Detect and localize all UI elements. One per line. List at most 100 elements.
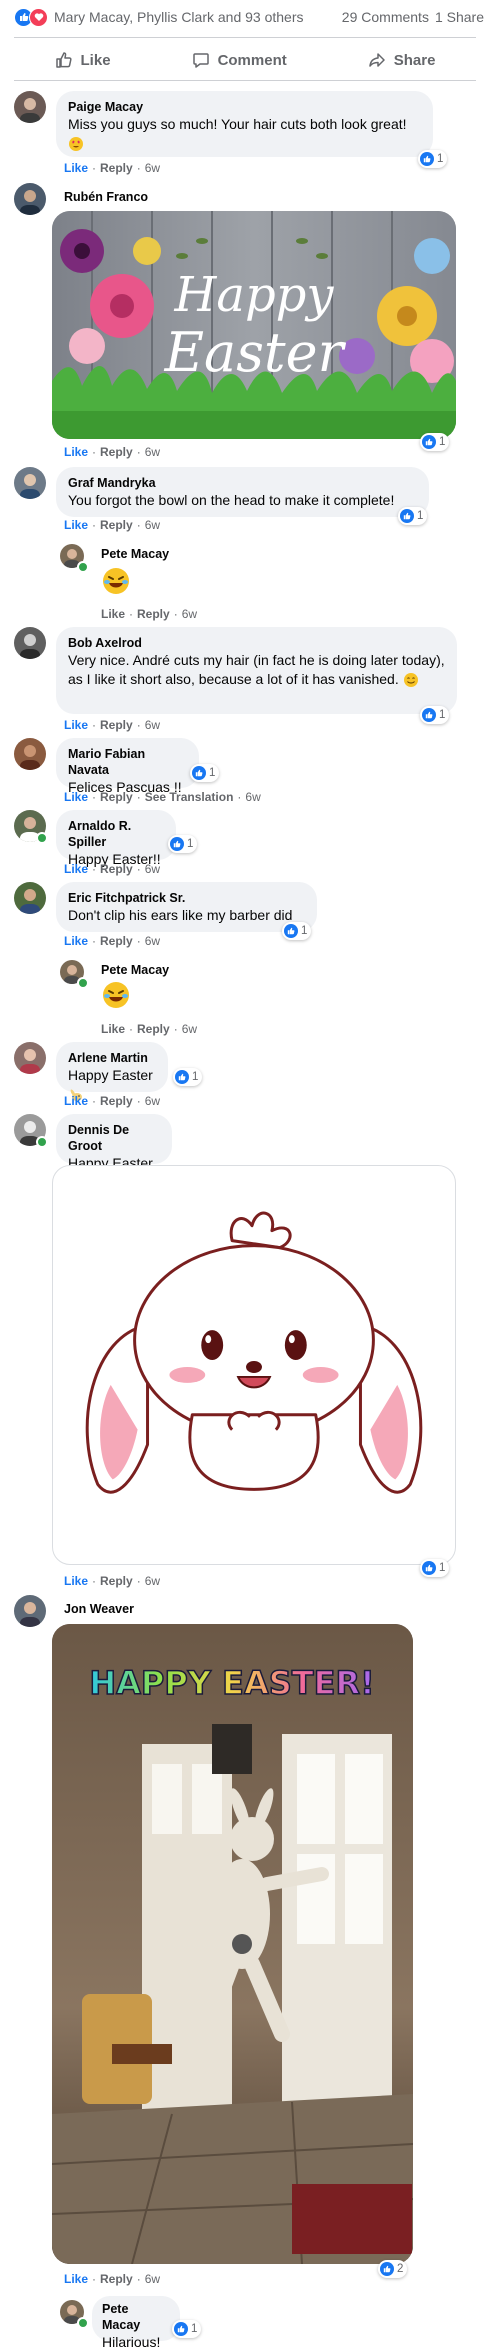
comment-like-link[interactable]: Like [101, 607, 125, 621]
comment-reply-link[interactable]: Reply [100, 445, 133, 459]
comment-author[interactable]: Eric Fitchpatrick Sr. [68, 890, 305, 906]
comment-reply-link[interactable]: Reply [137, 1022, 170, 1036]
comment-author[interactable]: Arlene Martin [68, 1050, 156, 1066]
comment-time[interactable]: 6w [145, 934, 160, 948]
avatar[interactable] [14, 1042, 46, 1074]
comment-like-link[interactable]: Like [64, 445, 88, 459]
separator: · [92, 862, 97, 876]
comment-author[interactable]: Paige Macay [68, 99, 421, 115]
reaction-count: 1 [192, 1071, 199, 1083]
avatar[interactable] [14, 467, 46, 499]
avatar[interactable] [14, 183, 46, 215]
divider [14, 37, 476, 38]
reaction-count-badge[interactable]: 1 [173, 1068, 203, 1086]
comment-time[interactable]: 6w [145, 445, 160, 459]
reaction-count-badge[interactable]: 1 [190, 764, 220, 782]
separator: · [129, 1022, 134, 1036]
avatar[interactable] [14, 738, 46, 770]
avatar[interactable] [14, 627, 46, 659]
comment-author[interactable]: Bob Axelrod [68, 635, 445, 651]
bunny-sticker-image[interactable] [52, 1165, 456, 1565]
happy-easter-gif[interactable]: HAPPY EASTER! [52, 1624, 413, 2264]
reaction-count-badge[interactable]: 1 [420, 1559, 450, 1577]
separator: · [92, 1574, 97, 1588]
separator: · [92, 790, 97, 804]
post-action-bar: Like Comment Share [14, 44, 476, 76]
reaction-count-badge[interactable]: 1 [398, 507, 428, 525]
comment-like-link[interactable]: Like [64, 1574, 88, 1588]
comment-reply-link[interactable]: Reply [100, 934, 133, 948]
reaction-count-badge[interactable]: 1 [282, 922, 312, 940]
comment-count[interactable]: 29 Comments [342, 9, 429, 25]
comment-bubble: Paige Macay Miss you guys so much! Your … [56, 91, 433, 157]
comment-author[interactable]: Dennis De Groot [68, 1122, 160, 1154]
comment-author[interactable]: Rubén Franco [64, 189, 148, 205]
comment-time[interactable]: 6w [145, 518, 160, 532]
comment-reply-link[interactable]: Reply [100, 718, 133, 732]
comment-reply-link[interactable]: Reply [100, 1094, 133, 1108]
comment-time[interactable]: 6w [245, 790, 260, 804]
comment-like-link[interactable]: Like [64, 2272, 88, 2286]
comment-author[interactable]: Jon Weaver [64, 1601, 134, 1617]
comment-meta: Like · Reply · 6w [64, 718, 160, 732]
comment-button[interactable]: Comment [192, 51, 287, 69]
avatar[interactable] [14, 91, 46, 123]
comment-like-link[interactable]: Like [101, 1022, 125, 1036]
comment-time[interactable]: 6w [145, 161, 160, 175]
comment-time[interactable]: 6w [145, 1094, 160, 1108]
comment-reply-link[interactable]: Reply [100, 862, 133, 876]
comment-bubble: Bob Axelrod Very nice. André cuts my hai… [56, 627, 457, 714]
reaction-count: 1 [191, 2323, 198, 2335]
comment-time[interactable]: 6w [145, 862, 160, 876]
reaction-count-badge[interactable]: 1 [420, 433, 450, 451]
online-indicator [36, 832, 48, 844]
comment-like-link[interactable]: Like [64, 518, 88, 532]
comment-author[interactable]: Arnaldo R. Spiller [68, 818, 164, 850]
comment-like-link[interactable]: Like [64, 718, 88, 732]
comment-author[interactable]: Graf Mandryka [68, 475, 417, 491]
comment-reply-link[interactable]: Reply [137, 607, 170, 621]
separator: · [92, 718, 97, 732]
comment-reply-link[interactable]: Reply [100, 161, 133, 175]
comment-time[interactable]: 6w [145, 2272, 160, 2286]
reaction-count-badge[interactable]: 2 [378, 2260, 408, 2278]
see-translation-link[interactable]: See Translation [145, 790, 234, 804]
comment-time[interactable]: 6w [182, 1022, 197, 1036]
separator: · [92, 161, 97, 175]
comment-time[interactable]: 6w [182, 607, 197, 621]
reaction-count-badge[interactable]: 1 [418, 150, 448, 168]
like-button[interactable]: Like [55, 51, 111, 69]
like-icon [422, 1561, 436, 1575]
reaction-icons[interactable] [14, 7, 48, 27]
comment-like-link[interactable]: Like [64, 161, 88, 175]
comment-author[interactable]: Mario Fabian Navata [68, 746, 187, 778]
share-count[interactable]: 1 Share [435, 9, 484, 25]
reaction-names[interactable]: Mary Macay, Phyllis Clark and 93 others [54, 9, 304, 25]
comment-reply-link[interactable]: Reply [100, 518, 133, 532]
comment-reply-link[interactable]: Reply [100, 790, 133, 804]
comment-reply-link[interactable]: Reply [100, 1574, 133, 1588]
comment-author[interactable]: Pete Macay [101, 546, 169, 562]
divider [14, 80, 476, 81]
comment-time[interactable]: 6w [145, 1574, 160, 1588]
comment-like-link[interactable]: Like [64, 1094, 88, 1108]
comment-like-link[interactable]: Like [64, 790, 88, 804]
comment-time[interactable]: 6w [145, 718, 160, 732]
reaction-count: 1 [439, 709, 446, 721]
separator: · [92, 518, 97, 532]
reaction-count-badge[interactable]: 1 [172, 2320, 202, 2338]
online-indicator [77, 977, 89, 989]
avatar[interactable] [14, 1595, 46, 1627]
easter-image[interactable]: Happy Easter [52, 211, 456, 439]
avatar[interactable] [14, 882, 46, 914]
share-button[interactable]: Share [368, 51, 435, 69]
comment-like-link[interactable]: Like [64, 862, 88, 876]
comment-reply-link[interactable]: Reply [100, 2272, 133, 2286]
comment-text: You forgot the bowl on the head to make … [68, 492, 395, 508]
reaction-count-badge[interactable]: 1 [420, 706, 450, 724]
comment-author[interactable]: Pete Macay [101, 962, 169, 978]
comment-author[interactable]: Pete Macay [102, 2301, 170, 2333]
comment-text: Don't clip his ears like my barber did [68, 907, 293, 923]
comment-like-link[interactable]: Like [64, 934, 88, 948]
reaction-count-badge[interactable]: 1 [168, 835, 198, 853]
